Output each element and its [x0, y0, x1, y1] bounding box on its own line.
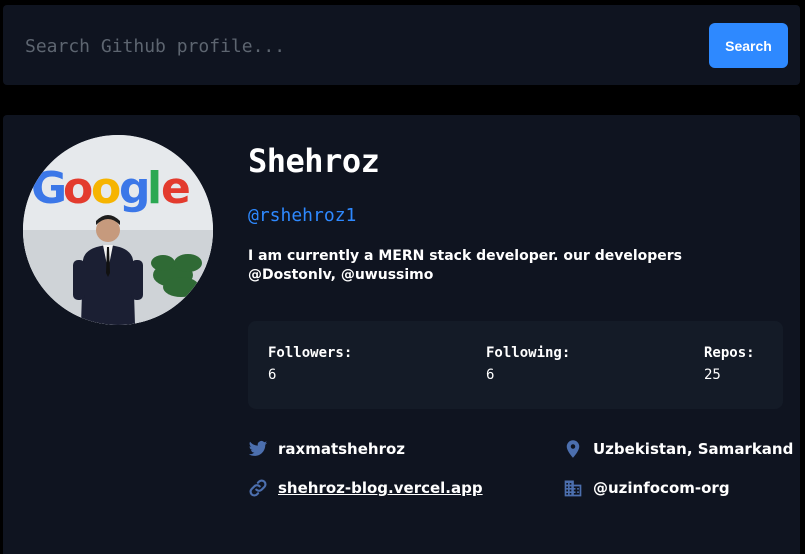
svg-text:o: o: [91, 163, 121, 214]
twitter-icon: [248, 439, 268, 459]
profile-login-link[interactable]: @rshehroz1: [248, 205, 356, 226]
stat-repos: Repos: 25: [704, 345, 755, 383]
profile-bio: I am currently a MERN stack developer. o…: [248, 248, 683, 283]
profile-card: G o o g l e Shehroz @rshehroz1 I am curr…: [3, 115, 800, 554]
building-icon: [563, 478, 583, 498]
twitter-row: raxmatshehroz: [248, 439, 405, 459]
search-input[interactable]: [23, 27, 687, 65]
profile-name: Shehroz: [248, 142, 380, 180]
svg-text:g: g: [119, 163, 151, 214]
stat-followers: Followers: 6: [268, 345, 352, 383]
svg-text:l: l: [147, 163, 162, 214]
location-text: Uzbekistan, Samarkand: [593, 440, 794, 458]
followers-label: Followers:: [268, 345, 353, 361]
link-icon: [248, 478, 268, 498]
repos-value: 25: [704, 367, 721, 383]
repos-label: Repos:: [704, 345, 755, 361]
location-pin-icon: [563, 439, 583, 459]
avatar-google-logo: G o o g l e: [31, 163, 191, 214]
location-row: Uzbekistan, Samarkand: [563, 439, 793, 459]
company-row: @uzinfocom-org: [563, 478, 730, 498]
followers-value: 6: [268, 367, 277, 383]
svg-text:e: e: [161, 163, 191, 214]
blog-row: shehroz-blog.vercel.app: [248, 478, 483, 498]
svg-text:o: o: [63, 163, 93, 214]
avatar: G o o g l e: [23, 135, 213, 325]
stat-following: Following: 6: [486, 345, 570, 383]
following-value: 6: [486, 367, 495, 383]
stats-panel: Followers: 6 Following: 6 Repos: 25: [248, 321, 783, 409]
company-text[interactable]: @uzinfocom-org: [593, 479, 730, 497]
search-button[interactable]: Search: [709, 23, 788, 68]
search-bar: Search: [3, 5, 800, 85]
twitter-username[interactable]: raxmatshehroz: [278, 440, 405, 458]
svg-text:G: G: [31, 163, 67, 214]
blog-link[interactable]: shehroz-blog.vercel.app: [278, 479, 483, 497]
following-label: Following:: [486, 345, 571, 361]
